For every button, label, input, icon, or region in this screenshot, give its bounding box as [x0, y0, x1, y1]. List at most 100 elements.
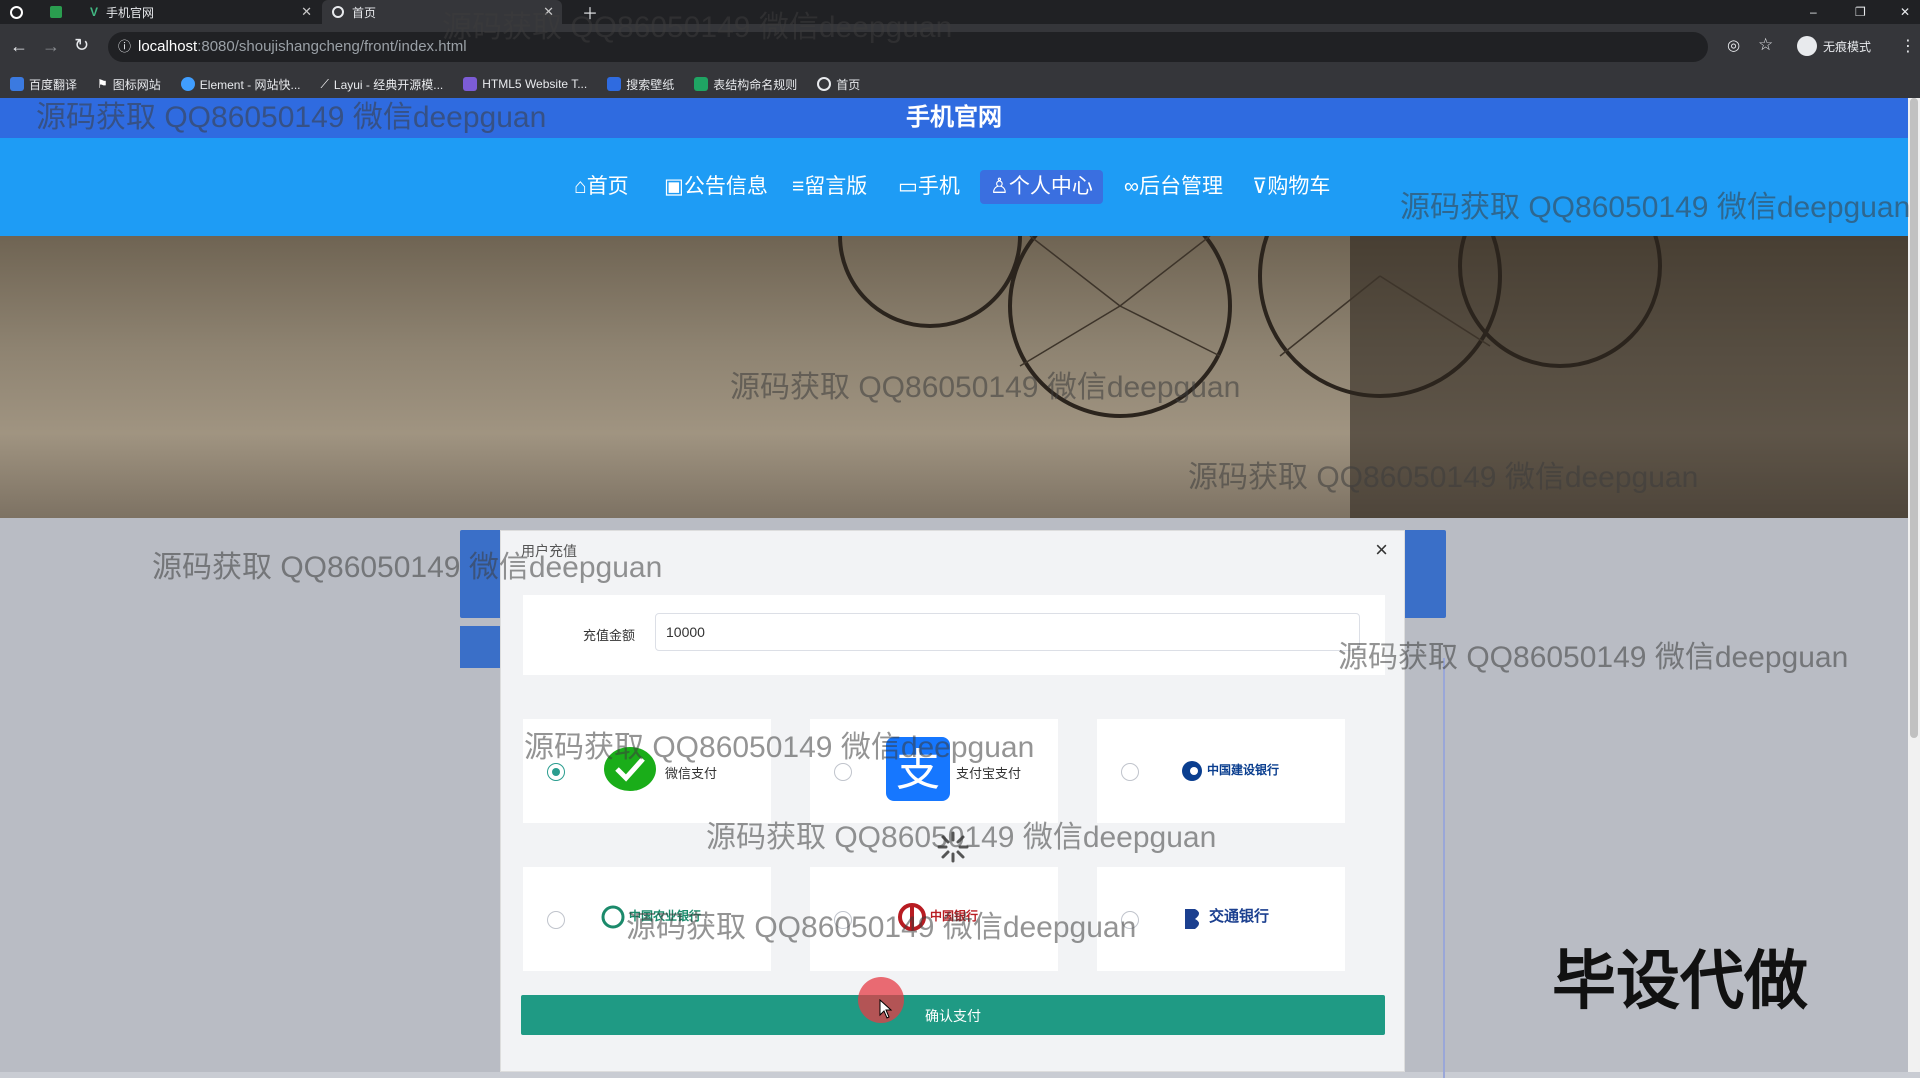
- html5-icon: [463, 77, 478, 91]
- wallpaper-icon: [607, 77, 622, 91]
- more-menu-icon[interactable]: ⋮: [1900, 36, 1916, 56]
- browser-tab-bar: V 手机官网 ✕ 首页 ✕ ＋ – ❐ ✕: [0, 0, 1920, 24]
- window-close-icon[interactable]: ✕: [1890, 0, 1920, 24]
- close-icon[interactable]: ✕: [543, 4, 554, 20]
- browser-menu-icon[interactable]: [0, 0, 30, 24]
- boc-logo-icon: [898, 903, 926, 931]
- globe-icon: [332, 6, 344, 18]
- amount-input[interactable]: [655, 613, 1360, 651]
- notice-icon: ▣: [664, 175, 684, 198]
- amount-label: 充值金额: [583, 628, 636, 643]
- radio-boc[interactable]: [834, 911, 852, 929]
- nav-item-user-center[interactable]: ♙个人中心: [980, 170, 1103, 204]
- ccb-logo-icon: [1182, 761, 1202, 781]
- bookmark-item[interactable]: ⟋ Layui - 经典开源模...: [321, 76, 444, 93]
- pay-option-alipay[interactable]: 支 支付宝支付: [810, 719, 1058, 823]
- message-icon: ≡: [792, 175, 805, 198]
- vue-icon: V: [90, 5, 99, 19]
- site-title: 手机官网: [906, 104, 1002, 131]
- pay-option-abc[interactable]: 中国农业银行: [523, 867, 771, 971]
- phone-icon: ▭: [898, 175, 918, 198]
- star-icon[interactable]: ☆: [1758, 35, 1773, 55]
- bookmark-item[interactable]: 表结构命名规则: [694, 76, 797, 93]
- flag-icon: ⚑: [97, 77, 108, 91]
- mouse-cursor-icon: [879, 999, 893, 1019]
- nav-item-notice[interactable]: ▣公告信息: [654, 170, 778, 204]
- radio-wechat[interactable]: [547, 763, 565, 781]
- element-icon: [180, 77, 195, 91]
- page-scrollbar[interactable]: [1908, 98, 1920, 1072]
- link-icon: ∞: [1124, 175, 1139, 198]
- nav-item-admin[interactable]: ∞后台管理: [1114, 170, 1233, 204]
- close-icon[interactable]: ✕: [301, 4, 312, 20]
- main-nav: ⌂首页 ▣公告信息 ≡留言版 ▭手机 ♙个人中心 ∞后台管理 ⊽购物车: [0, 138, 1908, 236]
- bookmark-item[interactable]: 搜索壁纸: [607, 76, 674, 93]
- info-icon[interactable]: ⓘ: [118, 32, 131, 62]
- nav-item-message-board[interactable]: ≡留言版: [782, 170, 877, 204]
- browser-toolbar: ← → ↻ ⓘ localhost:8080/shoujishangcheng/…: [0, 24, 1920, 70]
- radio-bocom[interactable]: [1121, 911, 1139, 929]
- svg-text:支: 支: [896, 745, 940, 796]
- nav-item-cart[interactable]: ⊽购物车: [1242, 170, 1340, 204]
- pay-option-wechat[interactable]: 微信支付: [523, 719, 771, 823]
- ccb-label: 中国建设银行: [1207, 763, 1280, 777]
- address-bar[interactable]: ⓘ localhost:8080/shoujishangcheng/front/…: [108, 32, 1708, 62]
- dialog-title: 用户充值: [521, 543, 577, 559]
- url-path: :8080/shoujishangcheng/front/index.html: [197, 38, 467, 55]
- reload-icon[interactable]: ↻: [74, 35, 89, 56]
- wechat-pay-label: 微信支付: [665, 766, 718, 781]
- minimize-icon[interactable]: –: [1800, 0, 1830, 24]
- pay-option-ccb[interactable]: 中国建设银行: [1097, 719, 1345, 823]
- back-icon[interactable]: ←: [10, 36, 28, 57]
- radio-abc[interactable]: [547, 911, 565, 929]
- forward-icon[interactable]: →: [42, 36, 60, 57]
- confirm-pay-button[interactable]: 确认支付: [521, 995, 1385, 1035]
- close-icon[interactable]: ×: [1375, 537, 1388, 563]
- alipay-icon: 支: [886, 737, 950, 801]
- sheet-icon: [694, 77, 709, 91]
- nav-item-phone[interactable]: ▭手机: [888, 170, 970, 204]
- cart-icon: ⊽: [1252, 175, 1268, 198]
- incognito-icon: [1797, 36, 1817, 56]
- radio-alipay[interactable]: [834, 763, 852, 781]
- loading-spinner-icon: [937, 831, 969, 863]
- boc-label: 中国银行: [930, 909, 979, 923]
- layui-icon: ⟋: [320, 76, 329, 91]
- abc-logo-icon: [601, 905, 625, 929]
- bocom-logo-icon: [1185, 909, 1199, 929]
- bookmark-item[interactable]: HTML5 Website T...: [463, 77, 587, 91]
- bocom-label: 交通银行: [1209, 908, 1270, 925]
- tab-label: 首页: [352, 5, 377, 20]
- bookmarks-bar: 百度翻译 ⚑ 图标网站 Element - 网站快... ⟋ Layui - 经典开…: [0, 70, 1920, 98]
- background-list: [1405, 658, 1445, 1078]
- home-icon: ⌂: [574, 175, 587, 198]
- tab-shouji-guanwang[interactable]: V 手机官网 ✕: [80, 0, 320, 24]
- globe-icon: [817, 77, 832, 91]
- pay-option-boc[interactable]: 中国银行: [810, 867, 1058, 971]
- url-host: localhost: [138, 38, 198, 55]
- scrollbar-thumb[interactable]: [1910, 98, 1918, 738]
- bookmark-item[interactable]: 百度翻译: [10, 76, 77, 93]
- restore-icon[interactable]: ❐: [1845, 0, 1875, 24]
- amount-card: 充值金额: [523, 595, 1385, 675]
- alipay-label: 支付宝支付: [956, 766, 1022, 781]
- bookmark-item[interactable]: ⚑ 图标网站: [97, 76, 161, 93]
- bicycle-photo: [838, 236, 1908, 518]
- incognito-label: 无痕模式: [1823, 40, 1872, 54]
- pay-option-bocom[interactable]: 交通银行: [1097, 867, 1345, 971]
- wechat-pay-icon: [604, 747, 656, 791]
- user-icon: ♙: [990, 175, 1009, 198]
- new-tab-icon[interactable]: ＋: [572, 0, 602, 24]
- bookmark-item[interactable]: 首页: [817, 76, 860, 93]
- tab-shouye[interactable]: 首页 ✕: [322, 0, 562, 24]
- abc-label: 中国农业银行: [629, 909, 702, 923]
- carousel-banner[interactable]: [0, 236, 1908, 518]
- nav-item-home[interactable]: ⌂首页: [564, 170, 639, 204]
- radio-ccb[interactable]: [1121, 763, 1139, 781]
- tab-label: 手机官网: [106, 5, 155, 20]
- eye-off-icon[interactable]: ◎: [1727, 36, 1740, 54]
- corner-ad-text: 毕设代做: [1552, 945, 1808, 1019]
- site-title-bar: 手机官网: [0, 98, 1908, 138]
- pinned-tab-icon[interactable]: [40, 0, 70, 24]
- bookmark-item[interactable]: Element - 网站快...: [180, 76, 301, 93]
